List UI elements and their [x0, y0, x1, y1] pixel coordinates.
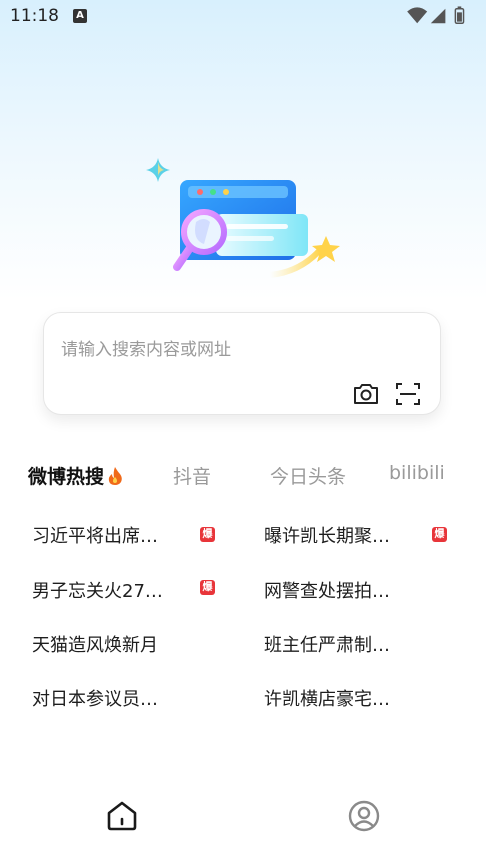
hot-item-7[interactable]: 对日本参议员… — [32, 685, 158, 711]
hot-item-6[interactable]: 班主任严肃制… — [264, 631, 390, 657]
search-panel — [216, 214, 308, 256]
hot-item-5[interactable]: 天猫造风焕新月 — [32, 631, 158, 657]
wifi-icon — [407, 7, 428, 24]
hot-badge: 爆 — [200, 527, 215, 542]
scan-icon[interactable] — [394, 381, 422, 407]
status-bar: 11:18 A — [0, 0, 486, 34]
tab-weibo[interactable]: 微博热搜 — [28, 462, 124, 489]
camera-icon[interactable] — [352, 381, 380, 407]
battery-icon — [454, 6, 465, 24]
hot-search-tabs: 微博热搜 抖音 今日头条 bilibili — [0, 458, 486, 492]
hot-badge: 爆 — [432, 527, 447, 542]
home-icon[interactable] — [104, 798, 140, 834]
cellular-icon — [430, 8, 446, 24]
hot-item-8[interactable]: 许凯横店豪宅… — [264, 685, 390, 711]
hot-item-1[interactable]: 习近平将出席… — [32, 522, 158, 548]
hot-badge: 爆 — [200, 580, 215, 595]
hot-item-2[interactable]: 曝许凯长期聚… — [264, 522, 390, 548]
search-box[interactable]: 请输入搜索内容或网址 — [43, 312, 441, 415]
tab-weibo-label: 微博热搜 — [28, 466, 105, 488]
notification-icon: A — [73, 9, 87, 23]
status-time: 11:18 — [10, 6, 59, 26]
fire-icon — [108, 467, 122, 485]
tab-bilibili[interactable]: bilibili — [389, 462, 445, 484]
star-icon — [312, 236, 340, 262]
user-icon[interactable] — [346, 798, 382, 834]
tab-toutiao[interactable]: 今日头条 — [270, 462, 346, 489]
status-icons — [407, 6, 465, 24]
hot-item-3[interactable]: 男子忘关火27… — [32, 577, 163, 603]
hero-illustration — [146, 158, 340, 278]
bottom-nav — [0, 780, 486, 864]
tab-douyin[interactable]: 抖音 — [173, 462, 211, 489]
hot-item-4[interactable]: 网警查处摆拍… — [264, 577, 390, 603]
search-input[interactable]: 请输入搜索内容或网址 — [61, 335, 231, 360]
